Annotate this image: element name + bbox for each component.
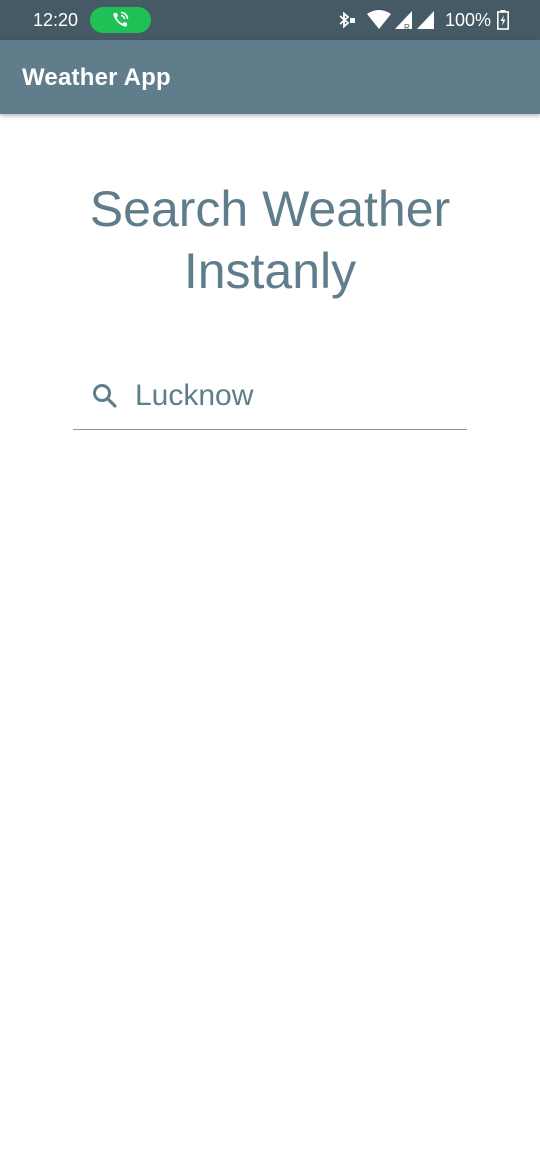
battery-percent: 100% — [445, 10, 492, 30]
app-title: Weather App — [22, 64, 171, 91]
bluetooth-icon — [339, 11, 355, 29]
search-icon — [93, 384, 117, 408]
call-icon — [113, 11, 129, 27]
battery-charging-icon — [497, 10, 509, 30]
status-bar: 12:20 R 100% — [0, 0, 540, 40]
signal-icon: R — [395, 11, 412, 30]
heading-subtitle: Instanly — [183, 243, 357, 299]
search-input[interactable] — [135, 374, 455, 418]
wifi-icon — [367, 10, 391, 29]
svg-text:R: R — [404, 23, 410, 30]
status-time: 12:20 — [33, 10, 79, 30]
app-bar: Weather App — [0, 40, 540, 114]
heading-title: Search Weather — [89, 181, 451, 237]
signal-icon — [417, 11, 434, 29]
ongoing-call-indicator[interactable] — [90, 7, 151, 33]
search-field[interactable] — [73, 366, 467, 430]
